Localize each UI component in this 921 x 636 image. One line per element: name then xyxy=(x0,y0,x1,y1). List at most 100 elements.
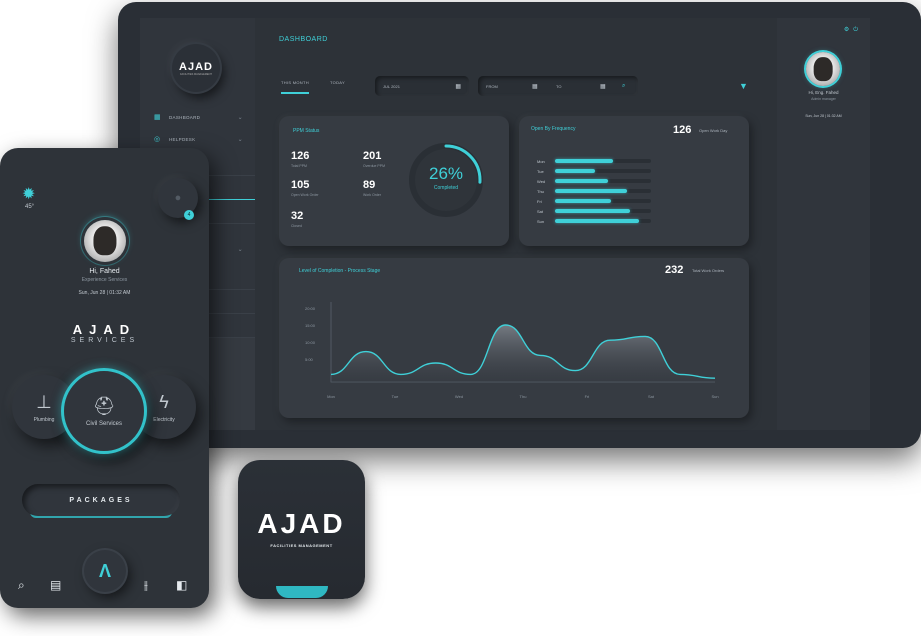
frequency-day-label: Tue xyxy=(537,168,544,174)
frequency-row: Wed xyxy=(537,178,657,184)
settings-power-icons[interactable]: ⚙⏻ xyxy=(844,26,862,34)
date-range[interactable]: FROM ▦ TO ▦ ⌕ xyxy=(478,76,638,96)
tab-today[interactable]: TODAY xyxy=(330,80,345,85)
filter-icon[interactable]: ▼ xyxy=(739,81,748,91)
calendar-icon[interactable]: ▦ xyxy=(455,83,461,90)
frequency-day-label: Sun xyxy=(537,218,545,224)
desktop-logo[interactable]: AJAD FACILITIES MANAGEMENT xyxy=(172,44,220,92)
frequency-row: Mon xyxy=(537,158,657,164)
avatar[interactable] xyxy=(84,220,126,262)
desktop-main: DASHBOARD THIS MONTH TODAY JUL 2021 ▦ FR… xyxy=(255,18,777,430)
faucet-icon: ⊥ xyxy=(36,391,52,412)
frequency-bar xyxy=(555,199,611,203)
frequency-day-label: Thu xyxy=(537,188,544,194)
service-label: Plumbing xyxy=(33,416,55,423)
document-icon[interactable]: ▤ xyxy=(50,578,61,592)
completion-readout: 26% Completed xyxy=(407,164,485,191)
card-title: Open By Frequency xyxy=(531,126,576,132)
stat-label: Open Work Order xyxy=(291,193,319,197)
grid-icon: ▦ xyxy=(154,113,161,121)
headset-icon: ◎ xyxy=(154,135,161,143)
area-fill xyxy=(331,325,715,382)
sidebar-item-dashboard[interactable]: ▦ DASHBOARD ⌄ xyxy=(154,110,255,124)
x-tick-label: Mon xyxy=(327,394,335,399)
frequency-bar xyxy=(555,169,596,173)
stat-value: 201 xyxy=(363,150,382,162)
logo-text: AJAD xyxy=(179,60,213,73)
ppm-status-card: PPM Status 126 Total PPM 201 Overdue PPM… xyxy=(279,116,509,246)
search-icon[interactable]: ⌕ xyxy=(18,578,25,593)
date-time: Sun, Jun 28 | 01:32 AM xyxy=(78,290,131,296)
frequency-bar xyxy=(555,219,640,223)
avatar-face xyxy=(813,57,833,81)
month-select[interactable]: JUL 2021 ▦ xyxy=(375,76,469,96)
sidebar-item-label: DASHBOARD xyxy=(169,114,201,120)
frequency-track xyxy=(555,169,651,173)
frequency-row: Thu xyxy=(537,188,657,194)
chevron-down-icon[interactable]: ⌄ xyxy=(238,136,243,143)
profile-date: Sun, Jun 28 | 01:32 AM xyxy=(805,114,842,118)
x-tick-label: Thu xyxy=(520,394,527,399)
frequency-track xyxy=(555,189,651,193)
frequency-day-label: Mon xyxy=(537,158,545,164)
stat-label: Overdue PPM xyxy=(363,164,385,168)
calendar-icon[interactable]: ▦ xyxy=(532,83,538,90)
sliders-icon[interactable]: ⫲ xyxy=(144,578,148,593)
completion-chart-card: Level of Completion - Process Stage 232 … xyxy=(279,258,749,418)
brand-title: AJAD xyxy=(72,322,137,337)
frequency-row: Sat xyxy=(537,208,657,214)
completion-percent: 26% xyxy=(428,164,464,183)
frequency-row: Fri xyxy=(537,198,657,204)
stat-work-order: 89 Work Order xyxy=(363,179,381,197)
chevron-down-icon[interactable]: ⌄ xyxy=(238,246,243,253)
month-select-value: JUL 2021 xyxy=(383,83,400,89)
x-tick-label: Sun xyxy=(711,394,718,399)
stat-label: Total PPM xyxy=(291,164,307,168)
x-tick-label: Tue xyxy=(392,394,400,399)
y-tick-label: 5:00 xyxy=(305,357,314,362)
tile-logo-sub: FACILITIES MANAGEMENT xyxy=(270,543,333,548)
greeting: Hi, Fahed xyxy=(89,268,120,275)
frequency-bar xyxy=(555,209,630,213)
sun-icon: ✹ xyxy=(22,186,36,203)
calendar-icon[interactable]: ▦ xyxy=(600,83,606,90)
card-title: PPM Status xyxy=(293,128,320,134)
stat-closed: 32 Closed xyxy=(291,210,303,228)
chat-icon[interactable]: ◧ xyxy=(176,578,187,592)
sidebar-item-helpdesk[interactable]: ◎ HELPDESK ⌄ xyxy=(154,132,255,146)
frequency-day-label: Sat xyxy=(537,208,544,214)
packages-button[interactable]: PACKAGES xyxy=(22,484,180,516)
tab-this-month[interactable]: THIS MONTH xyxy=(281,80,309,94)
logo-sub: FACILITIES MANAGEMENT xyxy=(180,72,212,76)
chevron-down-icon[interactable]: ⌄ xyxy=(238,114,243,121)
service-label: Electricity xyxy=(153,416,175,423)
y-tick-label: 10:00 xyxy=(305,340,316,345)
frequency-track xyxy=(555,179,651,183)
frequency-row: Tue xyxy=(537,168,657,174)
y-tick-label: 20:00 xyxy=(305,306,316,311)
frequency-track xyxy=(555,219,651,223)
avatar[interactable] xyxy=(806,52,840,86)
tile-glow xyxy=(276,586,328,598)
frequency-day-label: Fri xyxy=(537,198,542,204)
page-title: DASHBOARD xyxy=(279,36,328,43)
frequency-total: 126 xyxy=(673,124,692,136)
x-tick-label: Wed xyxy=(455,394,463,399)
stat-open-work-order: 105 Open Work Order xyxy=(291,179,319,197)
stat-label: Work Order xyxy=(363,193,382,197)
worker-icon: ⛑ xyxy=(92,395,116,416)
app-icon-tile[interactable]: AJAD FACILITIES MANAGEMENT xyxy=(238,460,365,599)
frequency-bar xyxy=(555,189,627,193)
notification-badge: 4 xyxy=(184,210,194,220)
service-civil[interactable]: ⛑ Civil Services xyxy=(61,368,147,454)
from-label: FROM xyxy=(486,83,498,89)
frequency-total-label: Open Work Day xyxy=(699,128,728,133)
frequency-track xyxy=(555,209,651,213)
sidebar-item-label: HELPDESK xyxy=(169,136,196,142)
service-label: Civil Services xyxy=(85,420,122,427)
stat-value: 32 xyxy=(291,210,304,222)
home-logo-button[interactable]: Λ xyxy=(84,550,126,592)
y-tick-label: 15:00 xyxy=(305,323,316,328)
desktop-dashboard: AJAD FACILITIES MANAGEMENT ▦ DASHBOARD ⌄… xyxy=(118,2,921,448)
search-icon[interactable]: ⌕ xyxy=(622,83,625,90)
